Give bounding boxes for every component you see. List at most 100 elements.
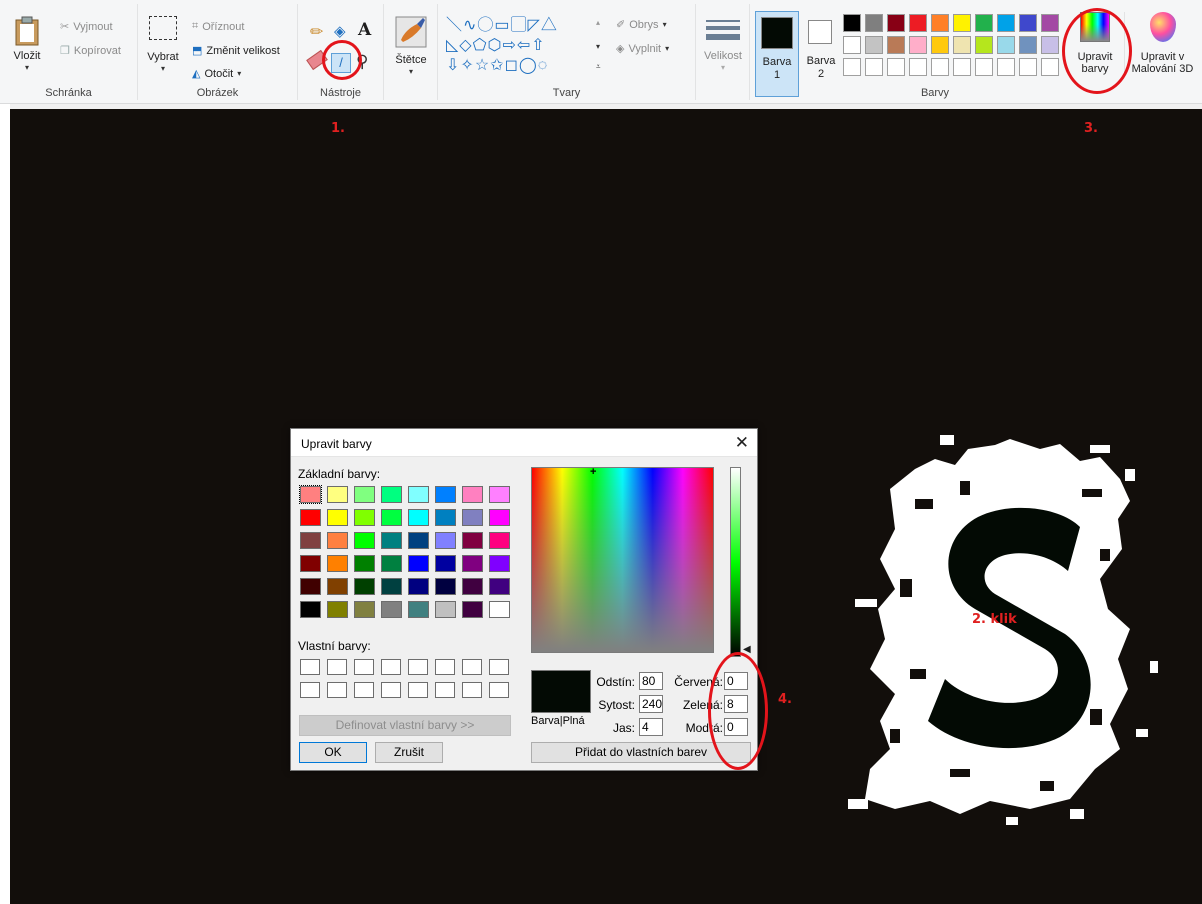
palette-empty-swatch[interactable] xyxy=(997,58,1015,76)
basic-color-swatch[interactable] xyxy=(462,601,483,618)
basic-color-swatch[interactable] xyxy=(381,578,402,595)
palette-color-swatch[interactable] xyxy=(843,14,861,32)
resize-button[interactable]: ⬒ Změnit velikost xyxy=(192,44,280,58)
color2-button[interactable]: Barva 2 xyxy=(803,11,839,97)
palette-color-swatch[interactable] xyxy=(1019,14,1037,32)
basic-color-swatch[interactable] xyxy=(300,532,321,549)
basic-color-swatch[interactable] xyxy=(489,578,510,595)
basic-color-swatch[interactable] xyxy=(381,532,402,549)
basic-color-swatch[interactable] xyxy=(381,509,402,526)
basic-color-swatch[interactable] xyxy=(408,578,429,595)
basic-color-swatch[interactable] xyxy=(489,486,510,503)
basic-color-swatch[interactable] xyxy=(408,555,429,572)
palette-color-swatch[interactable] xyxy=(953,36,971,54)
rotate-button[interactable]: ◭ Otočit ▾ xyxy=(192,67,241,81)
crop-button[interactable]: ⌗ Oříznout xyxy=(192,20,244,33)
basic-color-swatch[interactable] xyxy=(462,555,483,572)
basic-color-swatch[interactable] xyxy=(489,601,510,618)
custom-color-swatch[interactable] xyxy=(327,682,347,698)
saturation-field[interactable]: 240 xyxy=(639,695,663,713)
shapes-gallery[interactable]: ＼∿◯▭▢◸△ ◺◇⬠⬡⇨⇦⇧ ⇩✧☆✩◻◯◌ xyxy=(446,16,606,78)
custom-color-swatch[interactable] xyxy=(408,659,428,675)
expand-gallery-icon[interactable]: ⩡ xyxy=(596,62,601,72)
basic-color-swatch[interactable] xyxy=(408,601,429,618)
custom-color-swatch[interactable] xyxy=(300,659,320,675)
triangle-shape-icon[interactable]: ◺◇⬠⬡⇨⇦⇧ xyxy=(446,37,546,54)
luminance-field[interactable]: 4 xyxy=(639,718,663,736)
palette-color-swatch[interactable] xyxy=(843,36,861,54)
outline-button[interactable]: ✐ Obrys ▾ xyxy=(616,18,667,32)
palette-color-swatch[interactable] xyxy=(887,36,905,54)
cut-button[interactable]: ✂ Vyjmout xyxy=(60,20,113,34)
custom-color-swatch[interactable] xyxy=(435,682,455,698)
custom-color-swatch[interactable] xyxy=(354,682,374,698)
custom-color-swatch[interactable] xyxy=(300,682,320,698)
select-button[interactable]: Vybrat ▾ xyxy=(146,16,180,75)
custom-color-swatch[interactable] xyxy=(489,659,509,675)
custom-color-swatch[interactable] xyxy=(354,659,374,675)
ok-button[interactable]: OK xyxy=(299,742,367,763)
custom-color-swatch[interactable] xyxy=(435,659,455,675)
palette-color-swatch[interactable] xyxy=(1019,36,1037,54)
palette-color-swatch[interactable] xyxy=(865,14,883,32)
pencil-icon[interactable]: ✏ xyxy=(310,22,323,42)
basic-color-swatch[interactable] xyxy=(462,578,483,595)
color1-button[interactable]: Barva 1 xyxy=(755,11,799,97)
palette-color-swatch[interactable] xyxy=(975,36,993,54)
basic-color-swatch[interactable] xyxy=(300,601,321,618)
basic-color-swatch[interactable] xyxy=(381,486,402,503)
basic-color-swatch[interactable] xyxy=(381,601,402,618)
define-custom-colors-button[interactable]: Definovat vlastní barvy >> xyxy=(299,715,511,736)
fill-button[interactable]: ◈ Vyplnit ▾ xyxy=(616,42,669,56)
palette-color-swatch[interactable] xyxy=(909,14,927,32)
basic-color-swatch[interactable] xyxy=(327,555,348,572)
palette-color-swatch[interactable] xyxy=(909,36,927,54)
line-shape-icon[interactable]: ＼∿◯▭▢◸△ xyxy=(446,17,558,34)
basic-color-swatch[interactable] xyxy=(435,532,456,549)
custom-color-swatch[interactable] xyxy=(381,659,401,675)
palette-empty-swatch[interactable] xyxy=(975,58,993,76)
brushes-button[interactable]: Štětce ▾ xyxy=(390,16,432,78)
custom-color-swatch[interactable] xyxy=(462,659,482,675)
basic-color-swatch[interactable] xyxy=(462,532,483,549)
basic-color-swatch[interactable] xyxy=(327,601,348,618)
basic-color-swatch[interactable] xyxy=(354,601,375,618)
basic-color-swatch[interactable] xyxy=(300,578,321,595)
basic-color-swatch[interactable] xyxy=(435,509,456,526)
basic-color-swatch[interactable] xyxy=(354,486,375,503)
palette-empty-swatch[interactable] xyxy=(931,58,949,76)
palette-empty-swatch[interactable] xyxy=(887,58,905,76)
custom-color-swatch[interactable] xyxy=(408,682,428,698)
custom-color-swatch[interactable] xyxy=(327,659,347,675)
custom-color-swatch[interactable] xyxy=(489,682,509,698)
basic-color-swatch[interactable] xyxy=(327,578,348,595)
palette-empty-swatch[interactable] xyxy=(1019,58,1037,76)
fill-bucket-icon[interactable]: ◈ xyxy=(334,22,346,40)
palette-empty-swatch[interactable] xyxy=(1041,58,1059,76)
basic-color-swatch[interactable] xyxy=(408,532,429,549)
palette-color-swatch[interactable] xyxy=(1041,14,1059,32)
palette-color-swatch[interactable] xyxy=(953,14,971,32)
basic-color-swatch[interactable] xyxy=(354,532,375,549)
scroll-down-icon[interactable]: ▾ xyxy=(596,42,600,51)
paste-button[interactable]: Vložit ▾ xyxy=(8,16,46,74)
basic-color-swatch[interactable] xyxy=(381,555,402,572)
palette-color-swatch[interactable] xyxy=(887,14,905,32)
palette-empty-swatch[interactable] xyxy=(843,58,861,76)
color-spectrum-field[interactable]: + xyxy=(531,466,714,653)
basic-color-swatch[interactable] xyxy=(327,486,348,503)
palette-color-swatch[interactable] xyxy=(975,14,993,32)
basic-color-swatch[interactable] xyxy=(489,532,510,549)
basic-color-swatch[interactable] xyxy=(327,509,348,526)
edit-in-paint3d-button[interactable]: Upravit v Malování 3D xyxy=(1124,12,1200,75)
cancel-button[interactable]: Zrušit xyxy=(375,742,443,763)
text-icon[interactable]: A xyxy=(358,20,371,40)
palette-color-swatch[interactable] xyxy=(997,36,1015,54)
basic-color-swatch[interactable] xyxy=(462,509,483,526)
palette-empty-swatch[interactable] xyxy=(865,58,883,76)
basic-color-swatch[interactable] xyxy=(300,509,321,526)
basic-color-swatch[interactable] xyxy=(489,555,510,572)
luminance-slider[interactable] xyxy=(730,467,741,657)
basic-color-swatch[interactable] xyxy=(435,578,456,595)
basic-color-swatch[interactable] xyxy=(435,555,456,572)
